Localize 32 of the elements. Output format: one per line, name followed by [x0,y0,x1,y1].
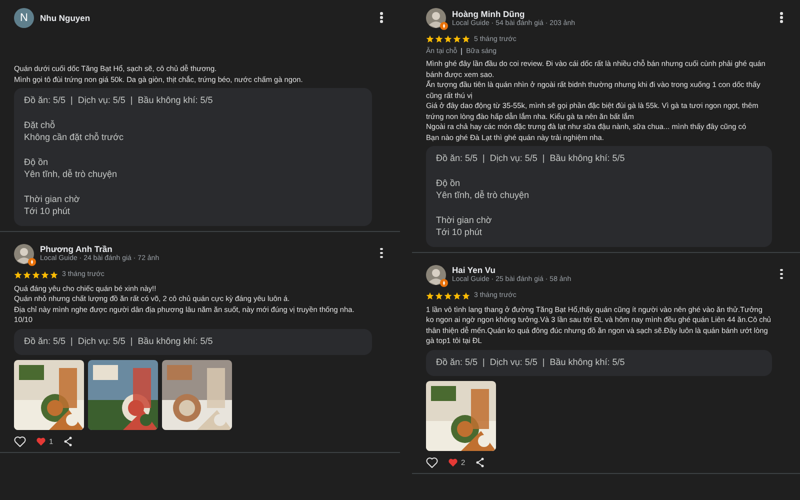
attribute-value: Tới 10 phút [436,226,483,238]
reviewer-name[interactable]: Phương Anh Trần [40,244,160,254]
reviewer-name[interactable]: Hai Yen Vu [452,265,572,275]
reviewer-name[interactable]: Hoàng Minh Dũng [452,8,575,18]
attribute-value: Yên tĩnh, dễ trò chuyện [24,168,118,180]
share-icon[interactable] [475,456,486,468]
heart-icon [448,458,458,466]
attribute-label: Đặt chỗ [24,118,56,131]
heart-icon [36,436,46,446]
more-options-icon[interactable] [380,248,384,258]
attribute-value: Yên tĩnh, dễ trò chuyện [436,189,530,202]
ratings-summary: Đồ ăn: 5/5 | Dịch vụ: 5/5 | Bầu không khí: 5/5 [24,334,214,347]
ratings-summary: Đồ ăn: 5/5 | Dịch vụ: 5/5 | Bầu không khí: 5/5 [436,152,626,164]
share-icon[interactable] [63,436,74,446]
avatar[interactable]: N [14,8,34,28]
reviewer-name[interactable]: Nhu Nguyen [40,13,90,23]
avatar[interactable] [14,244,34,264]
like-icon[interactable] [14,436,26,446]
avatar[interactable] [426,8,446,28]
attribute-label: Độ ồn [436,176,462,189]
attribute-label: Thời gian chờ [436,214,493,226]
attribute-value: Tới 10 phút [24,205,71,218]
attribute-label: Độ ồn [24,156,50,168]
avatar[interactable] [426,264,446,284]
more-options-icon[interactable] [780,268,784,279]
attribute-value: Không cần đặt chỗ trước [24,131,124,144]
attribute-label: Thời gian chờ [24,192,81,205]
more-options-icon[interactable] [780,12,784,22]
more-options-icon[interactable] [380,12,384,22]
like-icon[interactable] [426,456,438,468]
ratings-summary: Đồ ăn: 5/5 | Dịch vụ: 5/5 | Bầu không khí: 5/5 [436,356,626,368]
ratings-summary: Đồ ăn: 5/5 | Dịch vụ: 5/5 | Bầu không khí: 5/5 [24,94,214,106]
